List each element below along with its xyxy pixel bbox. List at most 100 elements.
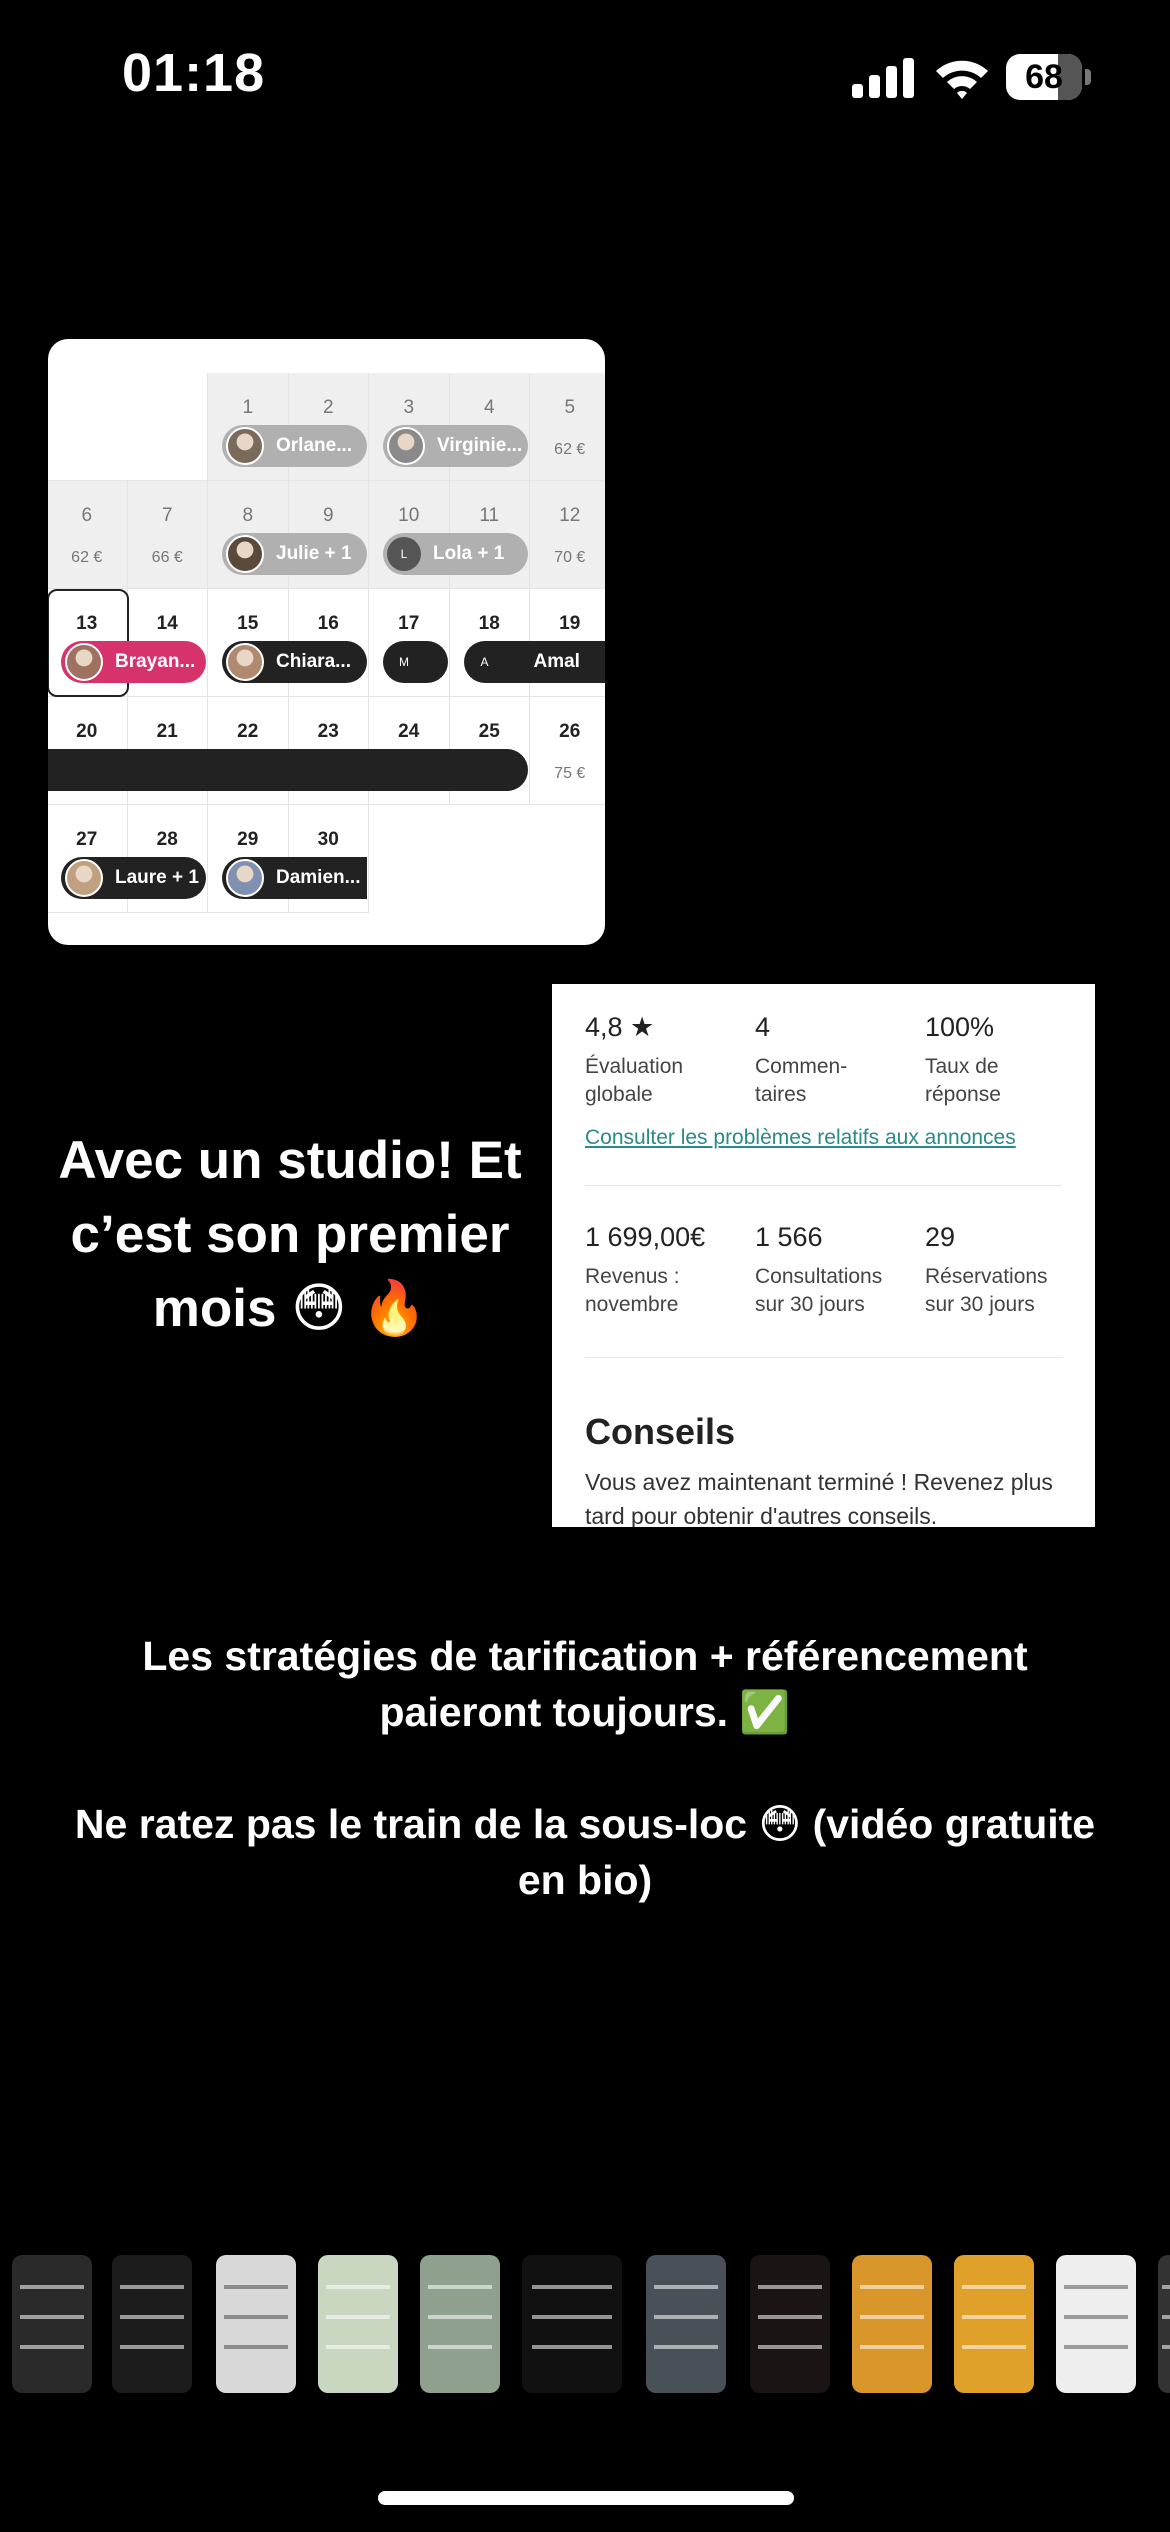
day-number: 3 bbox=[403, 397, 415, 418]
tips-title: Conseils bbox=[585, 1411, 736, 1452]
stat-revenue: 1 699,00€ Revenus : novembre bbox=[585, 1222, 735, 1319]
booking-bar[interactable]: Julie + 1 bbox=[222, 533, 367, 575]
booking-bar[interactable]: Chiara... bbox=[222, 641, 367, 683]
calendar-day-7[interactable]: 7 66 € bbox=[127, 481, 208, 589]
day-number: 17 bbox=[398, 613, 420, 634]
guest-name: Chiara... bbox=[276, 651, 351, 672]
divider bbox=[585, 1185, 1062, 1186]
booking-bar[interactable]: Laure + 1 bbox=[61, 857, 206, 899]
guest-avatar bbox=[65, 643, 103, 681]
stat-rating-label: Évaluation globale bbox=[585, 1055, 684, 1106]
guest-name: Julie + 1 bbox=[276, 543, 352, 564]
calendar-day-12[interactable]: 12 70 € bbox=[530, 481, 605, 589]
stat-bookings: 29 Réservations sur 30 jours bbox=[925, 1222, 1075, 1319]
stat-response-value: 100% bbox=[925, 1012, 995, 1042]
day-number: 5 bbox=[564, 397, 576, 418]
day-number: 6 bbox=[81, 505, 93, 526]
guest-avatar bbox=[226, 427, 264, 465]
stat-revenue-value: 1 699,00€ bbox=[585, 1222, 706, 1252]
story-thumbnail[interactable] bbox=[216, 2255, 296, 2393]
story-thumbnail[interactable] bbox=[750, 2255, 830, 2393]
day-number: 30 bbox=[317, 829, 339, 850]
story-thumbnail[interactable] bbox=[522, 2255, 622, 2393]
guest-name: Brayan... bbox=[115, 651, 196, 672]
guest-initial-avatar: L bbox=[387, 537, 421, 571]
booking-bar[interactable]: Orlane... bbox=[222, 425, 367, 467]
wifi-icon bbox=[936, 60, 988, 99]
booking-bar[interactable]: M bbox=[383, 641, 448, 683]
story-thumbnail[interactable] bbox=[954, 2255, 1034, 2393]
story-thumbnail[interactable] bbox=[646, 2255, 726, 2393]
stat-bookings-label: Réservations sur 30 jours bbox=[925, 1265, 1048, 1316]
battery-icon: 68 bbox=[1006, 54, 1091, 100]
guest-name: Lola + 1 bbox=[433, 543, 505, 564]
day-number: 14 bbox=[156, 613, 178, 634]
calendar-empty-cell bbox=[127, 373, 208, 481]
caption-line-1: Les stratégies de tarification + référen… bbox=[142, 1633, 1028, 1735]
day-number: 4 bbox=[483, 397, 495, 418]
day-number: 2 bbox=[322, 397, 334, 418]
day-number: 23 bbox=[317, 721, 339, 742]
guest-initial-avatar: A bbox=[467, 645, 502, 679]
stat-rating-value: 4,8 ★ bbox=[585, 1012, 655, 1042]
story-thumbnail[interactable] bbox=[1056, 2255, 1136, 2393]
calendar-day-5[interactable]: 5 62 € bbox=[530, 373, 605, 481]
guest-avatar bbox=[226, 535, 264, 573]
day-number: 25 bbox=[478, 721, 500, 742]
status-time: 01:18 bbox=[122, 43, 266, 103]
cellular-signal-icon bbox=[852, 58, 914, 98]
story-caption-bottom: Les stratégies de tarification + référen… bbox=[70, 1628, 1100, 1908]
guest-avatar bbox=[226, 643, 264, 681]
story-thumbnail[interactable] bbox=[318, 2255, 398, 2393]
home-indicator[interactable] bbox=[378, 2491, 794, 2505]
day-number: 28 bbox=[156, 829, 178, 850]
stat-comments-value: 4 bbox=[755, 1012, 771, 1042]
night-price: 62 € bbox=[554, 441, 586, 458]
guest-name: Virginie... bbox=[437, 435, 523, 456]
booking-bar[interactable]: Brayan... bbox=[61, 641, 206, 683]
day-number: 9 bbox=[322, 505, 334, 526]
booking-bar[interactable] bbox=[48, 749, 528, 791]
stat-views-value: 1 566 bbox=[755, 1222, 823, 1252]
story-thumbnail[interactable] bbox=[112, 2255, 192, 2393]
story-thumbnail[interactable] bbox=[420, 2255, 500, 2393]
booking-bar[interactable]: Damien... bbox=[222, 857, 367, 899]
calendar-day-6[interactable]: 6 62 € bbox=[48, 481, 128, 589]
stat-response-rate: 100% Taux de réponse bbox=[925, 1012, 1075, 1109]
guest-name: Orlane... bbox=[276, 435, 353, 456]
day-number: 12 bbox=[559, 505, 581, 526]
guest-name: Damien... bbox=[276, 867, 361, 888]
guest-name: Amal bbox=[533, 651, 580, 672]
day-number: 7 bbox=[161, 505, 173, 526]
day-number: 15 bbox=[237, 613, 259, 634]
stat-comments-label: Commen- taires bbox=[755, 1055, 848, 1106]
day-number: 21 bbox=[156, 721, 178, 742]
stat-comments: 4 Commen- taires bbox=[755, 1012, 905, 1109]
story-caption: Avec un studio! Et c’est son premier moi… bbox=[58, 1131, 522, 1338]
host-stats-card: 4,8 ★ Évaluation globale 4 Commen- taire… bbox=[552, 984, 1095, 1527]
day-number: 27 bbox=[76, 829, 98, 850]
booking-bar[interactable]: L Lola + 1 bbox=[383, 533, 528, 575]
day-number: 19 bbox=[559, 613, 581, 634]
night-price: 62 € bbox=[71, 549, 103, 566]
story-thumbnail[interactable] bbox=[1158, 2255, 1170, 2393]
booking-bar[interactable]: Virginie... bbox=[383, 425, 528, 467]
stat-response-label: Taux de réponse bbox=[925, 1055, 1001, 1106]
calendar-day-26[interactable]: 26 75 € bbox=[530, 697, 605, 805]
stat-rating: 4,8 ★ Évaluation globale bbox=[585, 1012, 735, 1109]
caption-line-2: Ne ratez pas le train de la sous-loc 😳 (… bbox=[74, 1801, 1096, 1903]
day-number: 20 bbox=[76, 721, 98, 742]
booking-bar[interactable]: A Amal bbox=[463, 641, 605, 683]
night-price: 70 € bbox=[554, 549, 586, 566]
calendar-empty-cell bbox=[48, 373, 128, 481]
guest-avatar bbox=[226, 859, 264, 897]
story-thumbnail[interactable] bbox=[852, 2255, 932, 2393]
day-number: 26 bbox=[559, 721, 581, 742]
day-number: 24 bbox=[398, 721, 420, 742]
day-number: 18 bbox=[478, 613, 500, 634]
listing-issues-link[interactable]: Consulter les problèmes relatifs aux ann… bbox=[585, 1126, 1016, 1150]
stat-revenue-label: Revenus : novembre bbox=[585, 1265, 680, 1316]
guest-initial-avatar: M bbox=[387, 645, 421, 679]
story-thumbnail[interactable] bbox=[12, 2255, 92, 2393]
stat-views-label: Consultations sur 30 jours bbox=[755, 1265, 883, 1316]
